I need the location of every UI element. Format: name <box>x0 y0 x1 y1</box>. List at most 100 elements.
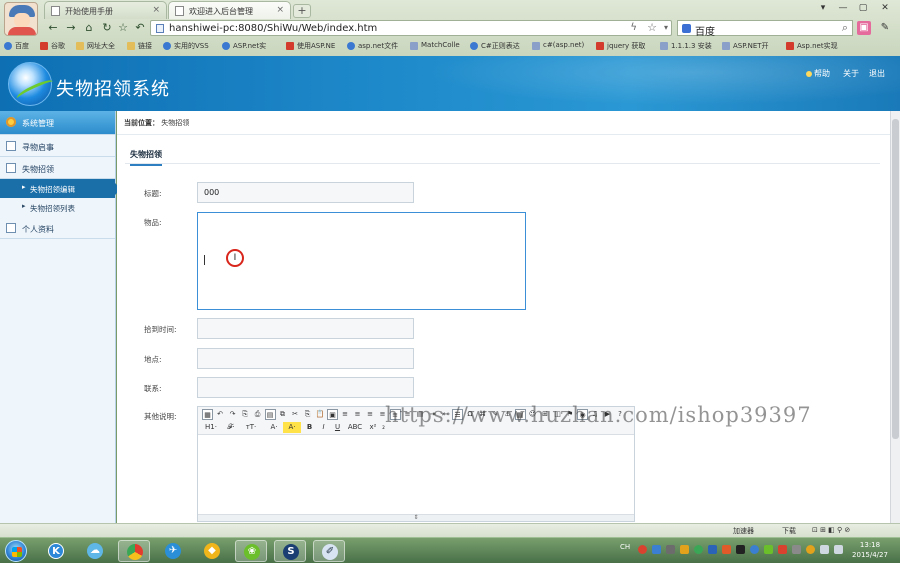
forward-arrow-icon[interactable]: → <box>64 21 78 35</box>
tray-icon[interactable] <box>792 545 801 554</box>
bookmark-item[interactable]: 使用ASP.NE <box>286 41 335 51</box>
bookmark-item[interactable]: c#(asp.net) <box>532 41 584 50</box>
sidebar-subitem-edit[interactable]: 失物招领编辑 <box>0 179 121 198</box>
bookmark-item[interactable]: jquery 获取 <box>596 41 645 51</box>
sidebar-item-profile[interactable]: 个人资料 <box>0 217 115 239</box>
editor-tool-icon[interactable]: ⎙ <box>252 409 263 420</box>
editor-tool-icon[interactable]: ≡ <box>340 409 351 420</box>
status-icons[interactable]: ⊡ ⊞ ◧ ⚲ ⊘ <box>812 526 850 534</box>
editor-format-button[interactable]: U <box>332 422 343 433</box>
tray-icon[interactable] <box>736 545 745 554</box>
tray-icon[interactable] <box>764 545 773 554</box>
help-link[interactable]: 帮助 <box>806 68 830 79</box>
editor-format-button[interactable]: B <box>304 422 315 433</box>
taskbar-app-editor[interactable]: S <box>274 540 306 562</box>
volume-icon[interactable] <box>834 545 843 554</box>
extension-icon[interactable]: ▣ <box>857 21 871 35</box>
taskbar-app-bird[interactable]: ✈ <box>157 540 189 562</box>
editor-format-button[interactable]: H1· <box>202 422 220 433</box>
bookmark-item[interactable]: C#正则表达 <box>470 41 520 51</box>
tray-icon[interactable] <box>708 545 717 554</box>
search-icon[interactable]: ⌕ <box>842 21 848 35</box>
close-window-button[interactable]: ✕ <box>876 2 894 14</box>
bookmark-item[interactable]: 链接 <box>127 41 152 51</box>
editor-tool-icon[interactable]: ↶ <box>215 409 226 420</box>
bookmark-item[interactable]: ASP.NET开 <box>722 41 769 51</box>
chevron-down-icon[interactable]: ▾ <box>664 23 668 32</box>
bookmark-item[interactable]: 1.1.1.3 安装 <box>660 41 712 51</box>
editor-tool-icon[interactable]: ↷ <box>227 409 238 420</box>
editor-resize-handle[interactable]: ⇕ <box>198 514 634 521</box>
tab-admin[interactable]: 欢迎进入后台管理 × <box>168 1 291 19</box>
bookmark-item[interactable]: 网址大全 <box>76 41 115 51</box>
close-tab-icon[interactable]: × <box>276 5 284 15</box>
taskbar-app-yellow[interactable]: ◆ <box>196 540 228 562</box>
bookmark-item[interactable]: 实用的VSS <box>163 41 209 51</box>
downloads-button[interactable]: 下载 <box>782 526 796 536</box>
sidebar-item-lost-found[interactable]: 失物招领 <box>0 157 115 179</box>
editor-format-button[interactable]: I <box>318 422 329 433</box>
bookmark-item[interactable]: asp.net文件 <box>347 41 398 51</box>
start-button[interactable] <box>5 540 27 562</box>
tray-icon[interactable] <box>680 545 689 554</box>
sidebar-item-lost-notice[interactable]: 寻物启事 <box>0 135 115 157</box>
accelerator-button[interactable]: 加速器 <box>733 526 754 536</box>
editor-tool-icon[interactable]: ≡ <box>365 409 376 420</box>
taskbar-app-weather[interactable]: ☁ <box>79 540 111 562</box>
new-tab-button[interactable]: + <box>293 4 311 18</box>
title-input[interactable]: 000 <box>197 182 414 203</box>
chevron-down-icon[interactable]: ▾ <box>814 2 832 14</box>
bookmark-item[interactable]: 谷歌 <box>40 41 65 51</box>
about-link[interactable]: 关于 <box>843 68 859 79</box>
close-tab-icon[interactable]: × <box>152 5 160 15</box>
taskbar-app-chrome[interactable] <box>118 540 150 562</box>
editor-format-button[interactable]: 𝓕· <box>222 422 240 433</box>
search-box[interactable]: 百度 ⌕ <box>677 20 853 38</box>
bookmark-item[interactable]: ASP.net实 <box>222 41 266 51</box>
bookmark-star-icon[interactable]: ☆ <box>647 21 657 34</box>
back-arrow-icon[interactable]: ← <box>46 21 60 35</box>
tray-icon[interactable] <box>694 545 703 554</box>
page-scrollbar[interactable] <box>890 111 900 523</box>
item-textarea[interactable]: I <box>197 212 526 310</box>
editor-tool-icon[interactable]: 📋 <box>315 409 326 420</box>
bookmark-item[interactable]: 百度 <box>4 41 29 51</box>
tray-icon[interactable] <box>638 545 647 554</box>
tray-icon[interactable] <box>722 545 731 554</box>
editor-format-button[interactable]: A· <box>283 422 301 433</box>
scrollbar-thumb[interactable] <box>892 119 899 439</box>
sidebar-subitem-list[interactable]: 失物招领列表 <box>0 198 115 217</box>
editor-tool-icon[interactable]: ✂ <box>290 409 301 420</box>
undo-close-icon[interactable]: ↶ <box>133 21 147 35</box>
tray-icon[interactable] <box>806 545 815 554</box>
tray-icon[interactable] <box>750 545 759 554</box>
editor-tool-icon[interactable]: ▤ <box>264 409 276 420</box>
tray-icon[interactable] <box>652 545 661 554</box>
found-time-input[interactable] <box>197 318 414 339</box>
editor-tool-icon[interactable]: ⎘ <box>240 409 251 420</box>
bookmark-item[interactable]: MatchColle <box>410 41 460 50</box>
taskbar-app-k[interactable]: K <box>40 540 72 562</box>
bookmark-item[interactable]: Asp.net实现 <box>786 41 838 51</box>
taskbar-app-paint[interactable]: ✐ <box>313 540 345 562</box>
editor-tool-icon[interactable]: ≡ <box>352 409 363 420</box>
minimize-button[interactable]: — <box>834 2 852 14</box>
sidebar-header-system[interactable]: 系统管理 <box>0 111 115 135</box>
editor-tool-icon[interactable]: ⧉ <box>277 409 288 420</box>
editor-format-button[interactable]: ABC <box>346 422 364 433</box>
lightning-icon[interactable]: ϟ <box>630 22 637 33</box>
wrench-icon[interactable]: ✎ <box>878 21 892 35</box>
editor-tool-icon[interactable]: ▦ <box>202 409 213 420</box>
editor-tool-icon[interactable]: ⎘ <box>302 409 313 420</box>
tab-manual[interactable]: 开始使用手册 × <box>44 1 167 19</box>
tray-icon[interactable] <box>666 545 675 554</box>
editor-format-button[interactable]: тT· <box>242 422 260 433</box>
network-icon[interactable] <box>820 545 829 554</box>
taskbar-app-green[interactable]: ❀ <box>235 540 267 562</box>
home-icon[interactable]: ⌂ <box>82 21 96 35</box>
tray-language[interactable]: CH <box>620 543 630 551</box>
maximize-button[interactable]: ▢ <box>854 2 872 14</box>
star-icon[interactable]: ☆ <box>116 21 130 35</box>
address-bar[interactable]: hanshiwei-pc:8080/ShiWu/Web/index.htm ϟ … <box>150 20 672 36</box>
reload-icon[interactable]: ↻ <box>100 21 114 35</box>
